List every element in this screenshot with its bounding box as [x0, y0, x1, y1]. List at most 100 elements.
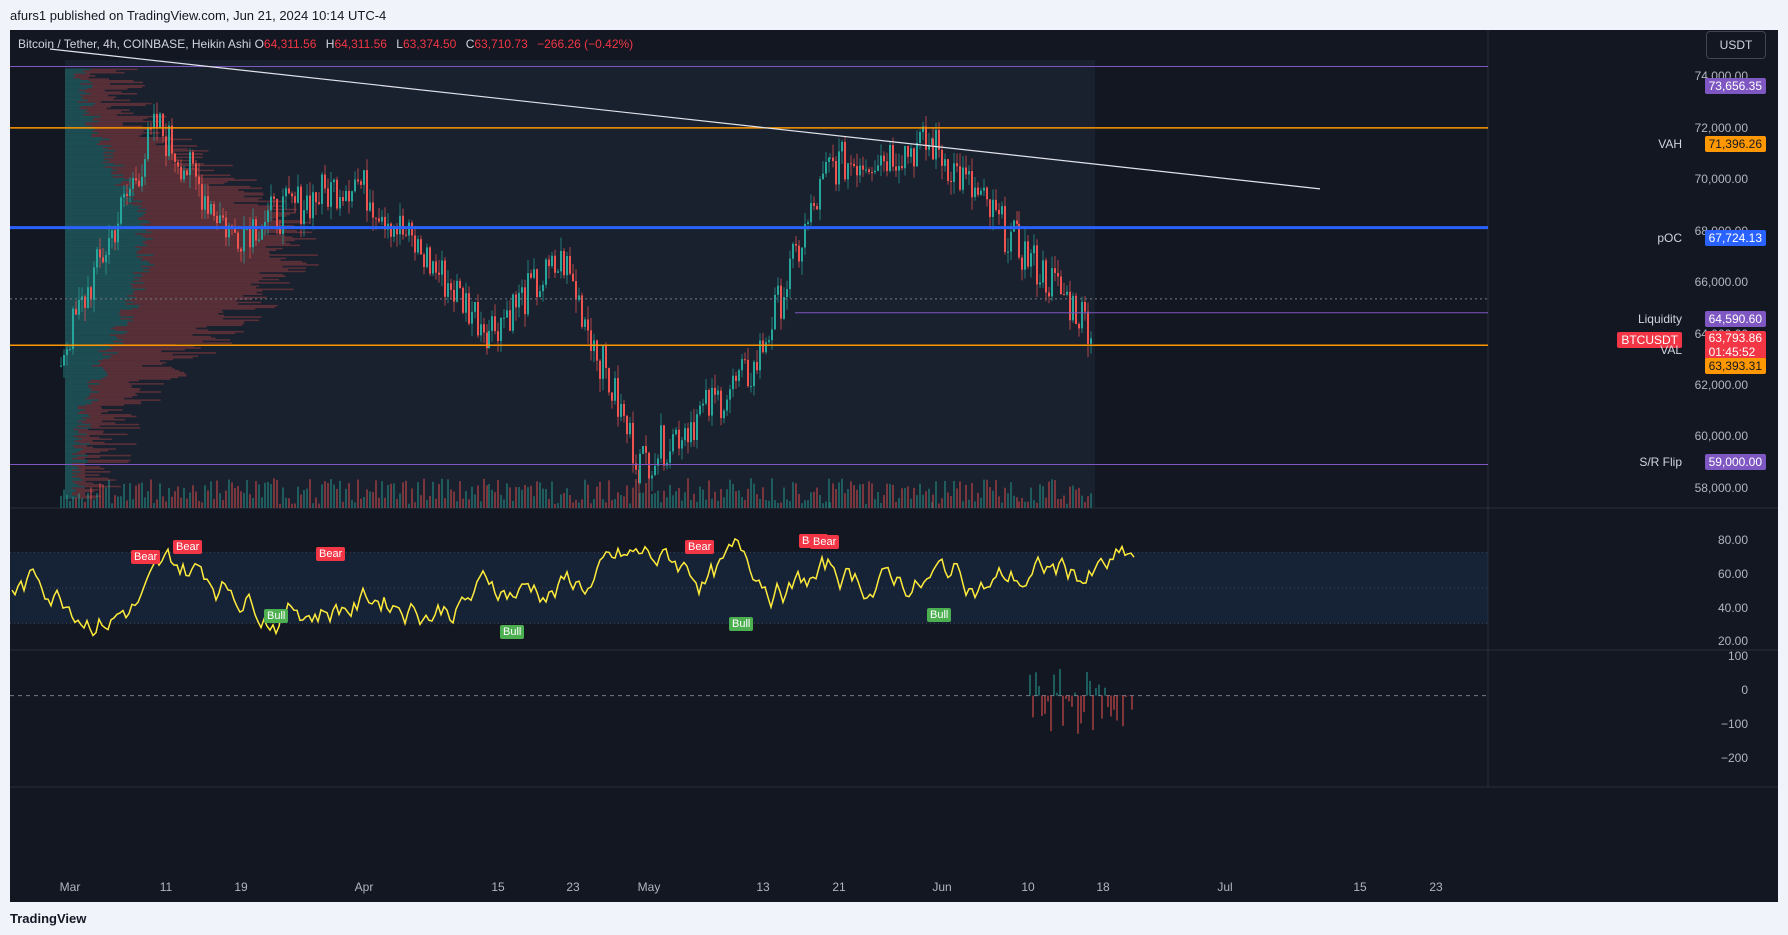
volume-bar [276, 479, 278, 508]
volume-bar [678, 487, 680, 508]
volume-bar [901, 488, 903, 508]
profile-bar-buy [65, 386, 89, 388]
profile-bar-buy [65, 89, 79, 92]
profile-bar-sell [76, 488, 99, 491]
volume-bar [777, 503, 779, 508]
profile-bar-buy [65, 399, 99, 401]
candle-body [111, 230, 113, 239]
profile-bar-sell [117, 352, 216, 354]
volume-bar [114, 495, 116, 508]
profile-bar-buy [65, 262, 150, 265]
candle-body [84, 296, 86, 308]
bull-signal: Bull [927, 608, 952, 622]
volume-bar [1066, 503, 1068, 508]
profile-bar-buy [65, 308, 132, 310]
volume-bar [617, 492, 619, 508]
volume-bar [551, 481, 553, 508]
profile-bar-buy [65, 145, 112, 147]
candle-body [729, 389, 731, 400]
volume-bar [877, 491, 879, 508]
volume-bar [324, 481, 326, 508]
volume-bar [288, 498, 290, 508]
profile-bar-sell [80, 78, 110, 80]
profile-bar-sell [99, 383, 164, 385]
volume-bar [947, 492, 949, 508]
profile-bar-buy [65, 448, 83, 450]
currency-button[interactable]: USDT [1706, 31, 1766, 59]
profile-bar-sell [149, 262, 307, 265]
candle-body [438, 272, 440, 275]
profile-bar-buy [65, 446, 75, 449]
profile-bar-sell [141, 265, 283, 268]
profile-bar-buy [65, 128, 95, 131]
profile-bar-buy [65, 109, 88, 111]
profile-bar-sell [112, 347, 201, 349]
volume-bar [572, 502, 574, 508]
profile-bar-sell [91, 365, 143, 367]
volume-bar [810, 492, 812, 508]
volume-bar [141, 482, 143, 508]
profile-bar-buy [65, 480, 73, 483]
volume-bar [474, 494, 476, 508]
profile-bar-sell [73, 435, 90, 437]
volume-bar [959, 481, 961, 508]
candle-body [738, 370, 740, 381]
profile-bar-sell [101, 137, 171, 139]
volume-bar [330, 479, 332, 508]
volume-bar [596, 486, 598, 508]
candle-body [1021, 257, 1023, 270]
profile-bar-buy [65, 409, 86, 411]
candle-body [162, 113, 164, 137]
profile-bar-buy [65, 81, 93, 84]
profile-bar-sell [88, 79, 134, 82]
volume-bar [486, 485, 488, 508]
volume-bar [708, 480, 710, 508]
profile-bar-sell [96, 143, 156, 146]
vah-label: VAH [1658, 137, 1682, 151]
candle-body [645, 446, 647, 453]
candle-body [345, 190, 347, 202]
volume-bar [354, 502, 356, 508]
volume-bar [569, 494, 571, 508]
profile-bar-sell [85, 404, 124, 406]
volume-bar [1060, 498, 1062, 508]
candle-body [333, 179, 335, 183]
candle-body [829, 157, 831, 159]
profile-bar-buy [65, 440, 75, 442]
volume-bar [411, 488, 413, 508]
candle-body [417, 239, 419, 253]
volume-bar [560, 494, 562, 508]
profile-bar-buy [65, 275, 143, 278]
profile-bar-sell [134, 277, 263, 279]
profile-bar-buy [65, 70, 83, 72]
volume-bar [497, 480, 499, 508]
candle-body [950, 180, 952, 182]
candle-body [204, 196, 206, 210]
candle-body [699, 405, 701, 415]
profile-bar-buy [65, 474, 78, 476]
candle-body [910, 148, 912, 157]
candle-body [129, 188, 131, 197]
chart-area[interactable]: Bitcoin / Tether, 4h, COINBASE, Heikin A… [10, 30, 1778, 902]
candle-body [947, 159, 949, 181]
volume-bar [714, 491, 716, 508]
chart-canvas[interactable] [10, 30, 1778, 902]
volume-bar [150, 479, 152, 508]
candle-body [168, 125, 170, 157]
candle-body [711, 387, 713, 416]
volume-bar [231, 482, 233, 508]
volume-bar [432, 481, 434, 508]
time-tick: 10 [1021, 880, 1035, 894]
volume-bar [690, 499, 692, 508]
candle-body [717, 390, 719, 395]
candle-body [339, 197, 341, 209]
profile-bar-sell [92, 84, 145, 87]
candle-body [123, 193, 125, 198]
candle-body [678, 429, 680, 449]
profile-bar-sell [133, 272, 260, 274]
profile-bar-sell [77, 420, 103, 423]
profile-bar-buy [65, 150, 116, 152]
profile-bar-buy [65, 172, 112, 175]
candle-body [901, 165, 903, 169]
candle-body [916, 142, 918, 167]
